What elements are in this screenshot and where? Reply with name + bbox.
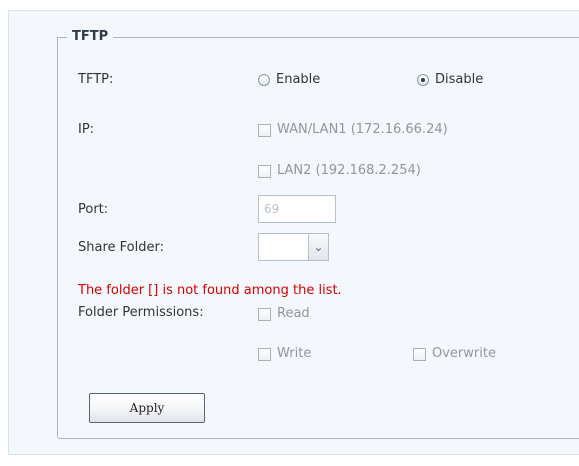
tftp-enable-radio[interactable] — [258, 74, 270, 86]
ip-label: IP: — [78, 122, 95, 137]
write-permission-option[interactable]: Write — [258, 345, 311, 363]
tftp-label: TFTP: — [78, 72, 114, 87]
tftp-disable-option[interactable]: Disable — [417, 71, 483, 89]
port-input[interactable]: 69 — [258, 195, 336, 223]
read-label: Read — [277, 306, 310, 321]
wan-lan1-label: WAN/LAN1 (172.16.66.24) — [277, 122, 448, 137]
read-permission-option[interactable]: Read — [258, 305, 310, 323]
lan2-checkbox[interactable] — [258, 164, 271, 178]
write-checkbox[interactable] — [258, 347, 271, 361]
section-title: TFTP — [67, 28, 114, 46]
write-label: Write — [277, 346, 312, 361]
read-checkbox[interactable] — [258, 307, 271, 321]
tftp-enable-option[interactable]: Enable — [258, 71, 320, 89]
overwrite-checkbox[interactable] — [413, 347, 426, 361]
wan-lan1-option[interactable]: WAN/LAN1 (172.16.66.24) — [258, 121, 448, 139]
lan2-option[interactable]: LAN2 (192.168.2.254) — [258, 162, 421, 180]
tftp-enable-label: Enable — [276, 72, 321, 87]
chevron-down-icon[interactable]: ⌄ — [308, 234, 328, 260]
share-folder-value — [259, 234, 308, 260]
folder-error-message: The folder [] is not found among the lis… — [78, 283, 342, 298]
overwrite-label: Overwrite — [432, 346, 496, 361]
folder-permissions-label: Folder Permissions: — [78, 305, 204, 320]
port-label: Port: — [78, 202, 109, 217]
overwrite-permission-option[interactable]: Overwrite — [413, 345, 496, 363]
wan-lan1-checkbox[interactable] — [258, 123, 271, 137]
apply-button[interactable]: Apply — [89, 393, 205, 423]
share-folder-select[interactable]: ⌄ — [258, 233, 329, 261]
share-folder-label: Share Folder: — [78, 240, 164, 255]
tftp-disable-radio[interactable] — [417, 74, 429, 86]
lan2-label: LAN2 (192.168.2.254) — [277, 163, 421, 178]
tftp-disable-label: Disable — [435, 72, 484, 87]
